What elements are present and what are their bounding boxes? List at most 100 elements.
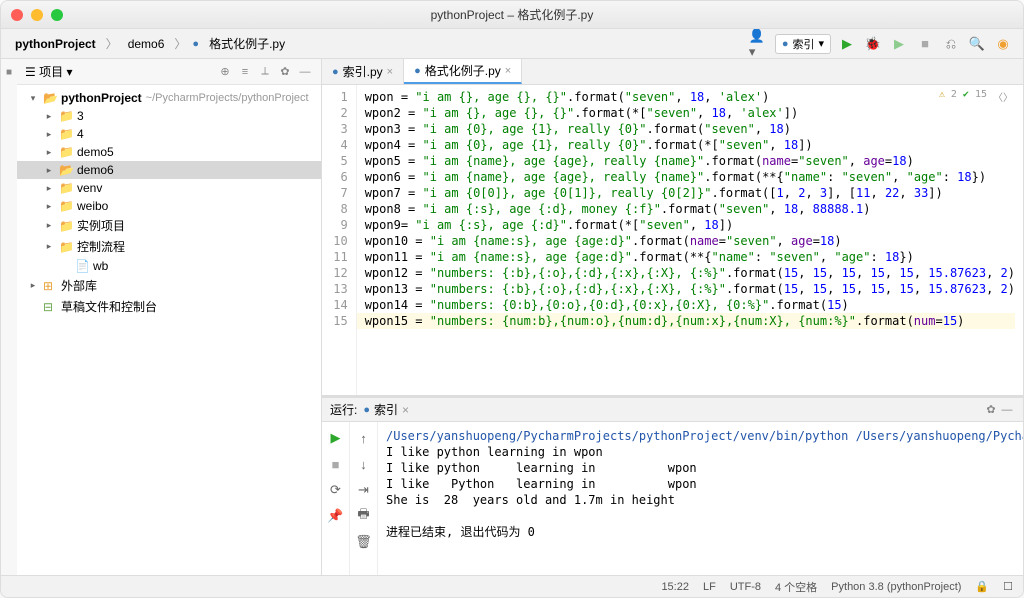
breadcrumb-item[interactable]: demo6 — [124, 35, 169, 53]
navbar: pythonProject 〉 demo6 〉 ● 格式化例子.py 👤▾ ● … — [1, 29, 1023, 59]
git-icon[interactable]: ⎌ — [941, 34, 961, 54]
code-line[interactable]: wpon4 = "i am {0}, age {1}, really {0}".… — [365, 137, 1015, 153]
down-icon[interactable]: ↓ — [354, 454, 374, 474]
run-coverage-button[interactable]: ▶ — [889, 34, 909, 54]
settings-icon[interactable]: ✿ — [277, 64, 293, 80]
breadcrumb-item[interactable]: 格式化例子.py — [205, 33, 289, 54]
code-editor[interactable]: 123456789101112131415 wpon = "i am {}, a… — [322, 85, 1023, 395]
run-config-label: 索引 — [792, 36, 814, 52]
titlebar: pythonProject – 格式化例子.py — [1, 1, 1023, 29]
ide-update-icon[interactable]: ◉ — [993, 34, 1013, 54]
restart-icon[interactable]: ⟳ — [326, 480, 346, 500]
code-line[interactable]: wpon7 = "i am {0[0]}, age {0[1]}, really… — [365, 185, 1015, 201]
tree-item[interactable]: ⊟草稿文件和控制台 — [17, 296, 321, 317]
tree-arrow-icon[interactable]: ▸ — [43, 220, 55, 231]
close-icon[interactable]: × — [387, 66, 393, 78]
code-line[interactable]: wpon10 = "i am {name:s}, age {age:d}".fo… — [365, 233, 1015, 249]
code-line[interactable]: wpon12 = "numbers: {:b},{:o},{:d},{:x},{… — [365, 265, 1015, 281]
tree-arrow-icon[interactable]: ▸ — [43, 165, 55, 176]
code-line[interactable]: wpon6 = "i am {name}, age {age}, really … — [365, 169, 1015, 185]
lock-icon[interactable]: 🔒 — [975, 580, 989, 593]
tree-arrow-icon[interactable]: ▸ — [43, 129, 55, 140]
print-icon[interactable]: 🖶 — [354, 506, 374, 526]
status-interpreter[interactable]: Python 3.8 (pythonProject) — [831, 581, 961, 593]
status-indent[interactable]: 4 个空格 — [775, 579, 817, 595]
search-everywhere-icon[interactable]: 🔍 — [967, 34, 987, 54]
rerun-button[interactable]: ▶ — [326, 428, 346, 448]
tree-item[interactable]: ▸📁3 — [17, 107, 321, 125]
collapse-all-icon[interactable]: ⟂ — [257, 64, 273, 80]
tree-item[interactable]: ▸📁控制流程 — [17, 236, 321, 257]
tree-arrow-icon[interactable]: ▸ — [43, 183, 55, 194]
tree-arrow-icon[interactable]: ▸ — [27, 280, 39, 291]
code-line[interactable]: wpon8 = "i am {:s}, age {:d}, money {:f}… — [365, 201, 1015, 217]
debug-button[interactable]: 🐞 — [863, 34, 883, 54]
stop-button[interactable]: ■ — [915, 34, 935, 54]
tree-arrow-icon[interactable]: ▸ — [43, 201, 55, 212]
code-line[interactable]: wpon15 = "numbers: {num:b},{num:o},{num:… — [357, 313, 1015, 329]
status-line-sep[interactable]: LF — [703, 581, 716, 593]
code-line[interactable]: wpon13 = "numbers: {:b},{:o},{:d},{:x},{… — [365, 281, 1015, 297]
tree-arrow-icon[interactable]: ▸ — [43, 147, 55, 158]
notifications-icon[interactable]: ☐ — [1003, 580, 1013, 593]
tree-item[interactable]: 📄wb — [17, 257, 321, 275]
tree-item[interactable]: ▸📁4 — [17, 125, 321, 143]
hide-icon[interactable]: — — [999, 402, 1015, 418]
rail-project-tab[interactable]: ■ — [1, 59, 17, 85]
code-line[interactable]: wpon9= "i am {:s}, age {:d}".format(*["s… — [365, 217, 1015, 233]
minimize-window-button[interactable] — [31, 9, 43, 21]
tree-arrow-icon[interactable]: ▾ — [27, 93, 39, 104]
code-line[interactable]: wpon3 = "i am {0}, age {1}, really {0}".… — [365, 121, 1015, 137]
breadcrumb-item[interactable]: pythonProject — [11, 35, 100, 53]
stop-button[interactable]: ■ — [326, 454, 346, 474]
run-console[interactable]: /Users/yanshuopeng/PycharmProjects/pytho… — [378, 422, 1023, 575]
tree-item[interactable]: ▸📁venv — [17, 179, 321, 197]
code-line[interactable]: wpon11 = "i am {name:s}, age {age:d}".fo… — [365, 249, 1015, 265]
close-window-button[interactable] — [11, 9, 23, 21]
tree-arrow-icon[interactable]: ▸ — [43, 111, 55, 122]
tree-item[interactable]: ▸📁实例项目 — [17, 215, 321, 236]
tree-item[interactable]: ▸📁demo5 — [17, 143, 321, 161]
line-number: 7 — [322, 185, 348, 201]
tree-arrow-icon[interactable]: ▸ — [43, 241, 55, 252]
chevron-icon: 〈〉 — [993, 89, 1013, 104]
trash-icon[interactable]: 🗑 — [354, 532, 374, 552]
code-line[interactable]: wpon5 = "i am {name}, age {age}, really … — [365, 153, 1015, 169]
tree-item-label: 4 — [77, 127, 84, 141]
close-icon[interactable]: × — [505, 65, 511, 77]
select-opened-file-icon[interactable]: ⊕ — [217, 64, 233, 80]
tree-item[interactable]: ▾📂pythonProject ~/PycharmProjects/python… — [17, 89, 321, 107]
code-area[interactable]: wpon = "i am {}, age {}, {}".format("sev… — [357, 85, 1023, 395]
hide-icon[interactable]: — — [297, 64, 313, 80]
editor-tab[interactable]: ●索引.py× — [322, 59, 404, 84]
tree-item[interactable]: ▸📂demo6 — [17, 161, 321, 179]
tree-item[interactable]: ▸📁weibo — [17, 197, 321, 215]
close-icon[interactable]: × — [402, 403, 409, 417]
project-tree[interactable]: ▾📂pythonProject ~/PycharmProjects/python… — [17, 85, 321, 575]
user-icon[interactable]: 👤▾ — [749, 34, 769, 54]
run-button[interactable]: ▶ — [837, 34, 857, 54]
run-tab-label[interactable]: 索引 — [374, 401, 398, 418]
wrap-icon[interactable]: ⇥ — [354, 480, 374, 500]
editor-tab[interactable]: ●格式化例子.py× — [404, 59, 522, 84]
expand-all-icon[interactable]: ≡ — [237, 64, 253, 80]
folder-icon: 📁 — [59, 109, 73, 123]
console-line: I like Python learning in wpon — [386, 476, 1015, 492]
code-line[interactable]: wpon = "i am {}, age {}, {}".format("sev… — [365, 89, 1015, 105]
code-line[interactable]: wpon14 = "numbers: {0:b},{0:o},{0:d},{0:… — [365, 297, 1015, 313]
settings-icon[interactable]: ✿ — [983, 402, 999, 418]
line-number: 5 — [322, 153, 348, 169]
line-number: 9 — [322, 217, 348, 233]
code-line[interactable]: wpon2 = "i am {}, age {}, {}".format(*["… — [365, 105, 1015, 121]
run-config-dropdown[interactable]: ● 索引 ▾ — [775, 34, 831, 54]
pin-icon[interactable]: 📌 — [326, 506, 346, 526]
status-cursor[interactable]: 15:22 — [661, 581, 689, 593]
chevron-down-icon[interactable]: ▾ — [66, 65, 72, 79]
line-number: 4 — [322, 137, 348, 153]
status-encoding[interactable]: UTF-8 — [730, 581, 761, 593]
tree-item[interactable]: ▸⊞外部库 — [17, 275, 321, 296]
line-number: 8 — [322, 201, 348, 217]
up-icon[interactable]: ↑ — [354, 428, 374, 448]
maximize-window-button[interactable] — [51, 9, 63, 21]
editor-inspections[interactable]: ⚠ 2 ✔ 15 〈〉 — [939, 89, 1013, 104]
